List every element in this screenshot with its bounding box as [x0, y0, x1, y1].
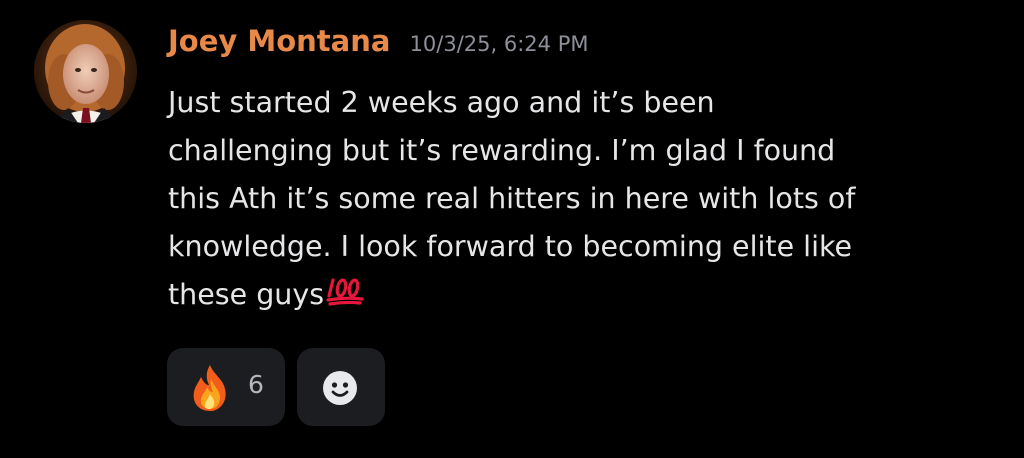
message-line-last: these guys [168, 271, 988, 321]
author-username[interactable]: Joey Montana [168, 24, 390, 58]
fire-icon [187, 363, 233, 417]
hundred-points-icon [326, 273, 364, 321]
reaction-fire-button[interactable]: 6 [167, 348, 285, 426]
message-line-text: these guys [168, 278, 325, 311]
reaction-count: 6 [248, 370, 264, 399]
message-line: challenging but it’s rewarding. I’m glad… [168, 134, 836, 167]
chat-message: Joey Montana 10/3/25, 6:24 PM Just start… [0, 0, 1024, 458]
message-line: Just started 2 weeks ago and it’s been [168, 86, 715, 119]
message-line: knowledge. I look forward to becoming el… [168, 230, 853, 263]
add-reaction-smiley-icon [322, 370, 358, 410]
message-header: Joey Montana 10/3/25, 6:24 PM [168, 24, 588, 68]
message-line: this Ath it’s some real hitters in here … [168, 182, 856, 215]
message-content: Just started 2 weeks ago and it’s been c… [168, 79, 988, 321]
message-timestamp: 10/3/25, 6:24 PM [409, 32, 589, 56]
user-avatar[interactable] [34, 20, 137, 123]
add-reaction-button[interactable] [297, 348, 385, 426]
